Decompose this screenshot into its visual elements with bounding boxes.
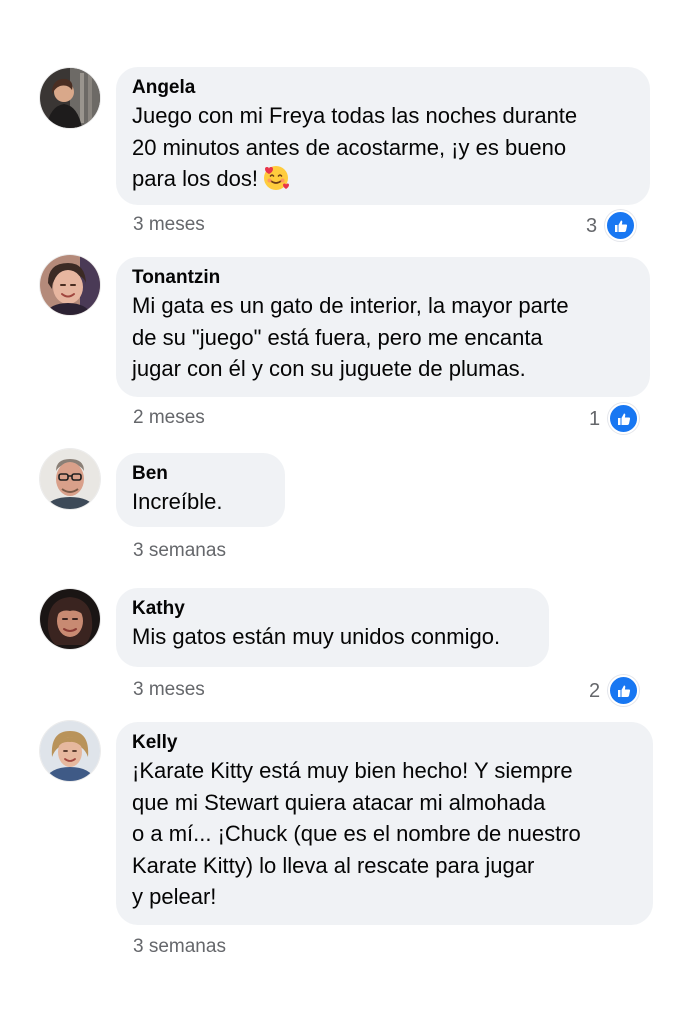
comment-bubble: Ben Increíble. (116, 453, 285, 527)
comment-text: Juego con mi Freya todas las noches dura… (132, 100, 634, 195)
thumbs-up-icon (608, 675, 640, 706)
avatar[interactable] (40, 255, 100, 315)
comment-time[interactable]: 3 meses (133, 213, 205, 237)
comment-bubble: Kelly ¡Karate Kitty está muy bien hecho!… (116, 722, 653, 925)
reaction-summary[interactable]: 2 (589, 675, 640, 706)
comment-author[interactable]: Kathy (132, 597, 533, 621)
comment-time[interactable]: 2 meses (133, 406, 205, 430)
comment-author[interactable]: Tonantzin (132, 266, 634, 290)
comment-time[interactable]: 3 semanas (133, 935, 226, 959)
comment-bubble: Tonantzin Mi gata es un gato de interior… (116, 257, 650, 397)
comment-text: Mis gatos están muy unidos conmigo. (132, 624, 501, 649)
reaction-count: 3 (586, 214, 598, 237)
comment-text-body: Juego con mi Freya todas las noches dura… (132, 103, 578, 191)
comment-text: Increíble. (132, 489, 223, 514)
reaction-count: 2 (589, 679, 601, 702)
reaction-summary[interactable]: 1 (589, 403, 640, 434)
comment-author[interactable]: Kelly (132, 731, 637, 755)
thumbs-up-icon (608, 403, 640, 434)
avatar[interactable] (40, 721, 100, 781)
reaction-summary[interactable]: 3 (586, 210, 637, 241)
comment-time[interactable]: 3 meses (133, 678, 205, 702)
comment-time[interactable]: 3 semanas (133, 539, 226, 563)
comment-author[interactable]: Angela (132, 76, 634, 100)
avatar[interactable] (40, 449, 100, 509)
reaction-count: 1 (589, 407, 601, 430)
avatar[interactable] (40, 68, 100, 128)
comment-text: Mi gata es un gato de interior, la mayor… (132, 293, 569, 381)
smiling-face-with-hearts-icon (262, 164, 290, 192)
comment-bubble: Kathy Mis gatos están muy unidos conmigo… (116, 588, 549, 667)
comment-author[interactable]: Ben (132, 462, 269, 486)
comment-text: ¡Karate Kitty está muy bien hecho! Y sie… (132, 758, 581, 909)
avatar[interactable] (40, 589, 100, 649)
comments-list: Angela Juego con mi Freya todas las noch… (0, 0, 700, 1023)
comment-bubble: Angela Juego con mi Freya todas las noch… (116, 67, 650, 205)
thumbs-up-icon (605, 210, 637, 241)
